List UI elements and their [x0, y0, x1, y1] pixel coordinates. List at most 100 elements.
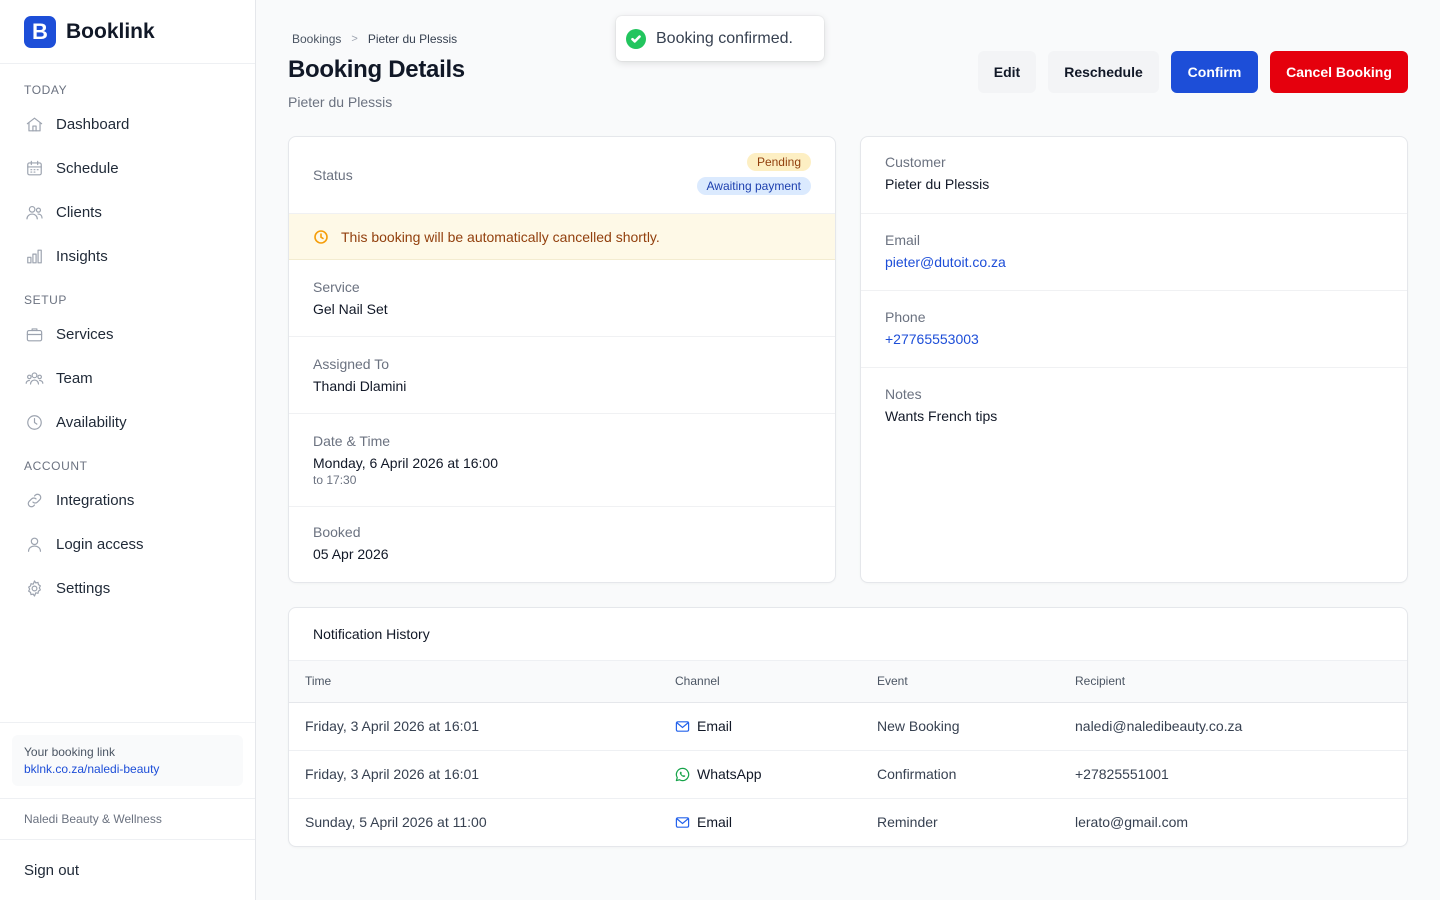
service-value: Gel Nail Set: [313, 301, 388, 317]
confirm-button[interactable]: Confirm: [1171, 51, 1258, 93]
sidebar-nav: TODAY Dashboard Schedule Clients Insight…: [0, 64, 255, 610]
sidebar-item-label: Insights: [56, 247, 108, 265]
booked-value: 05 Apr 2026: [313, 546, 389, 562]
service-label: Service: [313, 279, 360, 295]
datetime-label: Date & Time: [313, 433, 391, 449]
cell-recipient: naledi@naledibeauty.co.za: [1059, 702, 1407, 751]
briefcase-icon: [24, 324, 44, 344]
warning-text: This booking will be automatically cance…: [341, 228, 660, 245]
sidebar-item-label: Clients: [56, 203, 102, 221]
notes-label: Notes: [885, 386, 922, 402]
sidebar-item-settings[interactable]: Settings: [0, 566, 255, 610]
breadcrumb-separator: >: [351, 33, 358, 45]
cell-channel: Email: [659, 798, 861, 846]
status-badges: Pending Awaiting payment: [696, 153, 811, 195]
notification-history-card: Notification History Time Channel Event …: [288, 607, 1408, 847]
clock-icon: [24, 412, 44, 432]
booked-label: Booked: [313, 524, 361, 540]
email-link[interactable]: pieter@dutoit.co.za: [885, 254, 1407, 270]
email-row: Email pieter@dutoit.co.za: [861, 214, 1407, 291]
customer-card: Customer Pieter du Plessis Email pieter@…: [860, 136, 1408, 583]
status-row: Status Pending Awaiting payment: [289, 137, 835, 214]
customer-row: Customer Pieter du Plessis: [861, 137, 1407, 214]
status-badge-pending: Pending: [746, 153, 811, 171]
sidebar-footer: Your booking link bklnk.co.za/naledi-bea…: [0, 722, 255, 900]
sidebar-item-label: Dashboard: [56, 115, 130, 133]
table-header-row: Time Channel Event Recipient: [289, 661, 1407, 703]
nav-section-account: ACCOUNT: [24, 459, 88, 473]
sidebar-item-label: Login access: [56, 535, 144, 553]
status-label: Status: [313, 167, 353, 183]
column-header-time: Time: [289, 661, 659, 703]
customer-label: Customer: [885, 154, 946, 170]
breadcrumb-parent[interactable]: Bookings: [292, 32, 341, 46]
sidebar-item-schedule[interactable]: Schedule: [0, 146, 255, 190]
customer-name: Pieter du Plessis: [885, 176, 990, 192]
table-row: Friday, 3 April 2026 at 16:01 WhatsApp C…: [289, 750, 1407, 799]
cell-channel: WhatsApp: [659, 750, 861, 799]
check-circle-icon: [626, 28, 646, 49]
breadcrumb-current: Pieter du Plessis: [367, 32, 458, 46]
nav-section-setup: SETUP: [24, 293, 68, 307]
cell-recipient: lerato@gmail.com: [1075, 814, 1189, 831]
clock-icon: [313, 229, 329, 245]
toast-notification: Booking confirmed.: [616, 16, 824, 61]
channel-label: Email: [697, 718, 733, 734]
sidebar-item-availability[interactable]: Availability: [0, 400, 255, 444]
page-subtitle: Pieter du Plessis: [288, 94, 393, 110]
business-name: Naledi Beauty & Wellness: [0, 798, 255, 840]
notes-value: Wants French tips: [885, 408, 998, 424]
sidebar-item-label: Schedule: [56, 159, 119, 177]
phone-link[interactable]: +27765553003: [885, 331, 1407, 347]
channel-label: WhatsApp: [697, 766, 762, 782]
page-title: Booking Details: [288, 56, 465, 83]
sidebar-item-integrations[interactable]: Integrations: [0, 478, 255, 522]
booking-link-box: Your booking link bklnk.co.za/naledi-bea…: [12, 735, 243, 786]
edit-button[interactable]: Edit: [978, 51, 1036, 93]
sidebar-item-clients[interactable]: Clients: [0, 190, 255, 234]
bar-chart-icon: [24, 246, 44, 266]
sidebar-item-label: Team: [56, 369, 93, 387]
nav-section-today: TODAY: [24, 83, 68, 97]
sidebar: B Booklink TODAY Dashboard Schedule Clie…: [0, 0, 256, 900]
link-icon: [24, 490, 44, 510]
booking-details-card: Status Pending Awaiting payment This boo…: [288, 136, 836, 583]
booking-link-url[interactable]: bklnk.co.za/naledi-beauty: [24, 762, 231, 776]
brand[interactable]: B Booklink: [0, 0, 255, 64]
cell-channel: Email: [659, 702, 861, 751]
calendar-icon: [24, 158, 44, 178]
channel-label: Email: [697, 814, 733, 831]
assigned-label: Assigned To: [313, 356, 390, 372]
cancellation-warning: This booking will be automatically cance…: [289, 214, 835, 260]
column-header-recipient: Recipient: [1059, 661, 1407, 703]
reschedule-button[interactable]: Reschedule: [1048, 51, 1159, 93]
sidebar-item-login-access[interactable]: Login access: [0, 522, 255, 566]
brand-logo: B: [24, 15, 56, 48]
cancel-booking-button[interactable]: Cancel Booking: [1270, 51, 1408, 93]
phone-label: Phone: [885, 309, 926, 325]
toast-message: Booking confirmed.: [656, 29, 793, 47]
sidebar-item-insights[interactable]: Insights: [0, 234, 255, 278]
gear-icon: [24, 578, 44, 598]
sidebar-item-dashboard[interactable]: Dashboard: [0, 102, 255, 146]
table-row: Sunday, 5 April 2026 at 11:00 Email Remi…: [289, 798, 1407, 846]
datetime-value: Monday, 6 April 2026 at 16:00: [313, 455, 498, 471]
brand-name: Booklink: [66, 19, 155, 43]
datetime-row: Date & Time Monday, 6 April 2026 at 16:0…: [289, 414, 835, 507]
whatsapp-icon: [675, 766, 691, 782]
action-bar: Edit Reschedule Confirm Cancel Booking: [978, 51, 1408, 93]
sidebar-item-team[interactable]: Team: [0, 356, 255, 400]
sidebar-item-services[interactable]: Services: [0, 312, 255, 356]
cell-event: New Booking: [861, 702, 1059, 751]
assigned-value: Thandi Dlamini: [313, 378, 407, 394]
status-badge-awaiting-payment: Awaiting payment: [696, 177, 811, 195]
sidebar-item-label: Availability: [56, 413, 127, 431]
sidebar-item-label: Settings: [56, 579, 111, 597]
cell-recipient: +27825551001: [1059, 750, 1407, 799]
notes-row: Notes Wants French tips: [861, 368, 1407, 424]
sign-out-button[interactable]: Sign out: [0, 840, 255, 900]
cell-time: Sunday, 5 April 2026 at 11:00: [305, 814, 487, 831]
cell-time: Friday, 3 April 2026 at 16:01: [289, 702, 659, 751]
team-icon: [24, 368, 44, 388]
column-header-channel: Channel: [659, 661, 861, 703]
